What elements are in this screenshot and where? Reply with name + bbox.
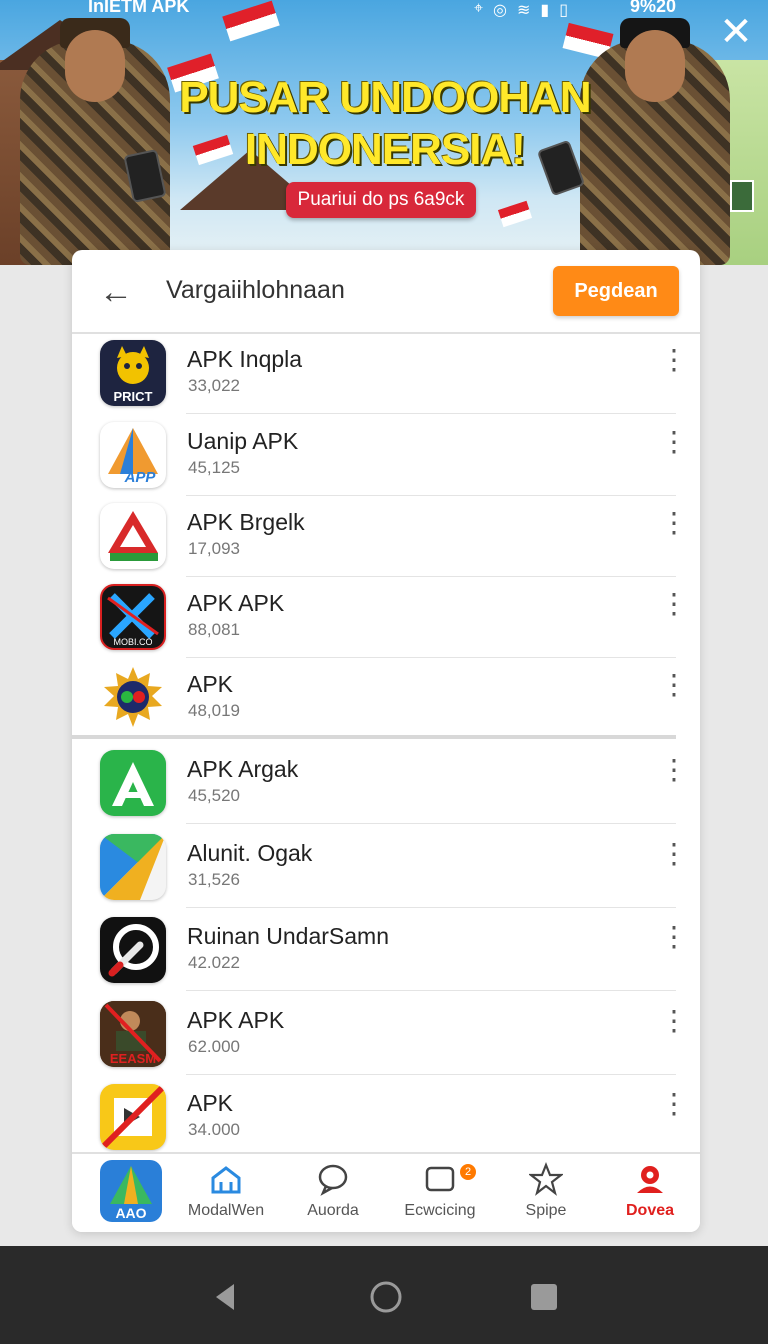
more-options-icon[interactable]: ⋮ [660, 509, 688, 553]
more-options-icon[interactable]: ⋮ [660, 346, 688, 390]
star-icon [494, 1162, 598, 1196]
play-triangle-icon [100, 834, 166, 900]
list-item[interactable]: MOBI.CO APK APK 88,081 ⋮ [72, 576, 700, 658]
battery-icon: ▯ [559, 2, 569, 19]
app-name: APK [187, 1090, 234, 1116]
nav-item-home-logo[interactable]: AAO [82, 1160, 186, 1230]
app-download-count: 45,125 [188, 458, 240, 477]
flag [497, 200, 533, 228]
home-icon [174, 1162, 278, 1196]
app-triangle-icon: APP [100, 422, 166, 488]
wifi-icon: ≋ [516, 2, 531, 19]
page-title: Vargaiihlohnaan [166, 276, 345, 304]
signal-icon: ▮ [540, 2, 550, 19]
nav-item-auorda[interactable]: Auorda [281, 1162, 385, 1230]
nav-item-dovea[interactable]: Dovea [598, 1162, 700, 1230]
more-options-icon[interactable]: ⋮ [660, 1007, 688, 1051]
app-download-count: 31,526 [188, 870, 240, 889]
nav-item-spipe[interactable]: Spipe [494, 1162, 598, 1230]
nav-item-modalwen[interactable]: ModalWen [174, 1162, 278, 1230]
status-bar-app-name: InIETM APK [88, 0, 190, 16]
back-arrow-icon[interactable]: ← [96, 272, 136, 312]
more-options-icon[interactable]: ⋮ [660, 756, 688, 800]
app-list-card: ← Vargaiihlohnaan Pegdean PRICT APK Inqp… [72, 250, 700, 1232]
app-name: APK APK [187, 1007, 285, 1033]
more-options-icon[interactable]: ⋮ [660, 671, 688, 715]
app-download-count: 45,520 [188, 786, 240, 805]
bottom-navigation: AAO ModalWen Auorda 2 Ecwcicing Spipe Do… [72, 1152, 700, 1232]
app-download-count: 48,019 [188, 701, 240, 720]
flag [222, 0, 280, 42]
home-circle-icon[interactable] [369, 1280, 403, 1314]
promo-banner[interactable]: InIETM APK ⌖ ◎ ≋ ▮ ▯ 9%20 PUSAR UNDOOHAN… [0, 0, 768, 265]
list-item[interactable]: Alunit. Ogak 31,526 ⋮ [72, 826, 700, 908]
red-green-triangle-icon [100, 503, 166, 569]
alarm-icon: ◎ [493, 2, 507, 19]
nav-label: Spipe [525, 1202, 567, 1219]
app-download-count: 17,093 [188, 539, 240, 558]
app-name: APK Argak [187, 756, 299, 782]
app-download-count: 62.000 [188, 1037, 240, 1056]
app-name: Uanip APK [187, 428, 299, 454]
app-logo-icon: AAO [100, 1160, 162, 1222]
poster-icon: EEASM [100, 1001, 166, 1067]
profile-icon [598, 1162, 700, 1196]
app-name: APK [187, 671, 234, 697]
sun-emblem-icon [100, 665, 166, 731]
list-item[interactable]: APP Uanip APK 45,125 ⋮ [72, 414, 700, 496]
message-badge-icon [388, 1162, 492, 1196]
nav-label: Dovea [625, 1202, 675, 1219]
more-options-icon[interactable]: ⋮ [660, 428, 688, 472]
crossed-blades-icon: MOBI.CO [100, 584, 166, 650]
primary-action-button[interactable]: Pegdean [553, 266, 679, 316]
more-options-icon[interactable]: ⋮ [660, 840, 688, 884]
green-a-icon [100, 750, 166, 816]
list-item[interactable]: EEASM APK APK 62.000 ⋮ [72, 993, 700, 1075]
brush-circle-icon [100, 917, 166, 983]
list-item[interactable]: APK 34.000 ⋮ [72, 1076, 700, 1158]
svg-text:EEASM: EEASM [110, 1051, 156, 1066]
app-name: APK Brgelk [187, 509, 305, 535]
list-item[interactable]: APK Argak 45,520 ⋮ [72, 742, 700, 824]
nav-item-ecwcicing[interactable]: 2 Ecwcicing [388, 1162, 492, 1230]
list-item[interactable]: APK Brgelk 17,093 ⋮ [72, 495, 700, 577]
recents-icon[interactable] [527, 1280, 561, 1314]
app-name: APK Inqpla [187, 346, 303, 372]
app-download-count: 88,081 [188, 620, 240, 639]
card-header: ← Vargaiihlohnaan Pegdean [72, 250, 700, 334]
app-download-count: 34.000 [188, 1120, 240, 1139]
svg-text:APP: APP [124, 469, 157, 486]
svg-text:PRICT: PRICT [114, 389, 153, 404]
svg-text:MOBI.CO: MOBI.CO [113, 637, 152, 647]
app-name: Ruinan UndarSamn [187, 923, 390, 949]
list-item[interactable]: PRICT APK Inqpla 33,022 ⋮ [72, 332, 700, 414]
list-item[interactable]: Ruinan UndarSamn 42.022 ⋮ [72, 909, 700, 991]
mask-icon: PRICT [100, 340, 166, 406]
chat-icon [281, 1162, 385, 1196]
app-name: Alunit. Ogak [187, 840, 313, 866]
status-bar-battery-text: 9%20 [629, 0, 676, 16]
banner-title: PUSAR UNDOOHAN INDONERSIA! [179, 73, 591, 174]
back-icon[interactable] [208, 1280, 242, 1314]
crossed-square-icon [100, 1084, 166, 1150]
app-name: APK APK [187, 590, 285, 616]
svg-text:AAO: AAO [115, 1205, 146, 1221]
location-icon: ⌖ [474, 0, 484, 17]
notification-badge: 2 [460, 1164, 476, 1180]
nav-label: ModalWen [187, 1202, 265, 1219]
banner-cta-button[interactable]: Puariui do ps 6a9ck [286, 182, 476, 218]
app-download-count: 33,022 [188, 376, 240, 395]
more-options-icon[interactable]: ⋮ [660, 923, 688, 967]
close-icon[interactable]: ✕ [718, 12, 754, 52]
person-left [20, 18, 170, 265]
list-item[interactable]: APK 48,019 ⋮ [72, 657, 700, 739]
more-options-icon[interactable]: ⋮ [660, 590, 688, 634]
system-navigation-bar [0, 1246, 768, 1344]
person-right [536, 18, 730, 265]
app-download-count: 42.022 [188, 953, 240, 972]
status-icons: ⌖ ◎ ≋ ▮ ▯ [474, 0, 568, 20]
nav-label: Auorda [307, 1202, 359, 1219]
more-options-icon[interactable]: ⋮ [660, 1090, 688, 1134]
nav-label: Ecwcicing [404, 1202, 476, 1219]
